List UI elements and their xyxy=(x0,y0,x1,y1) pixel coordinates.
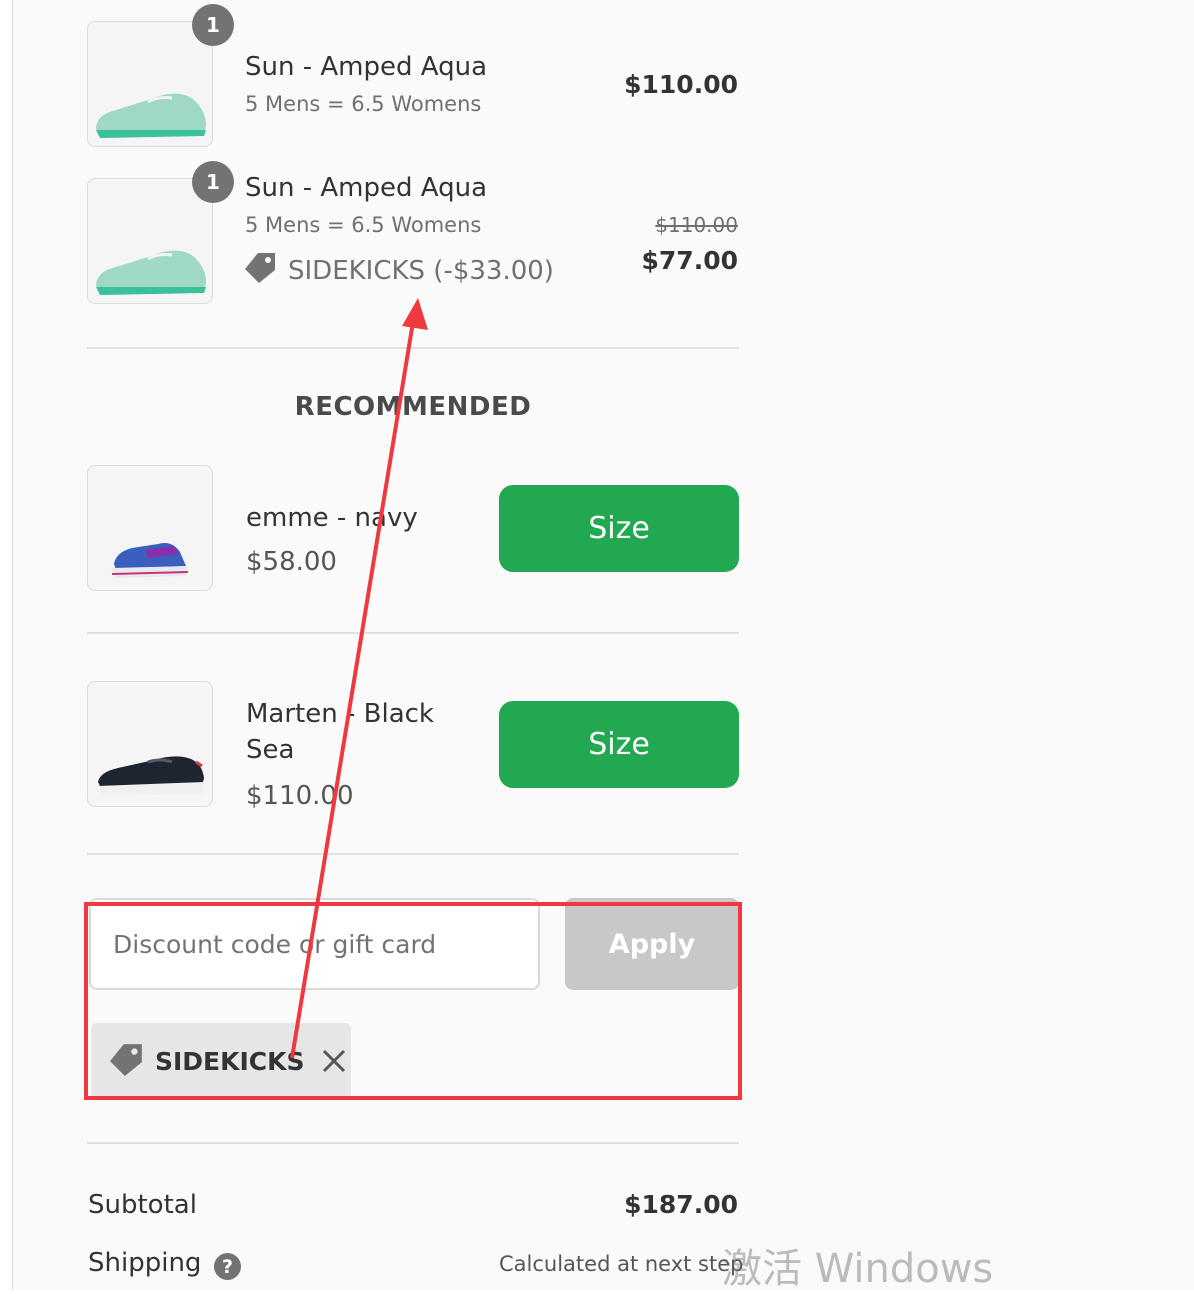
subtotal-value: $187.00 xyxy=(624,1190,738,1219)
product-image-sun-amped-aqua xyxy=(87,178,213,304)
item-title: Sun - Amped Aqua xyxy=(245,52,487,82)
size-button[interactable]: Size xyxy=(499,701,739,788)
discount-code-input[interactable] xyxy=(89,898,540,990)
divider xyxy=(87,1142,739,1144)
apply-button[interactable]: Apply xyxy=(565,898,739,990)
recommended-item-name[interactable]: Marten - Black Sea xyxy=(246,696,434,768)
original-price: $110.00 xyxy=(655,213,738,237)
item-variant: 5 Mens = 6.5 Womens xyxy=(245,213,482,237)
quantity-badge: 1 xyxy=(192,161,234,203)
recommended-item-name-line: Sea xyxy=(246,735,295,765)
divider xyxy=(87,347,739,349)
activation-watermark: 激活 Windows xyxy=(722,1246,994,1292)
recommended-item-price: $58.00 xyxy=(246,547,337,577)
discount-label: SIDEKICKS (-$33.00) xyxy=(288,255,554,286)
shipping-label: Shipping xyxy=(88,1248,202,1278)
product-image-emme-navy[interactable] xyxy=(87,465,213,591)
recommended-item-name[interactable]: emme - navy xyxy=(246,500,418,536)
quantity-badge: 1 xyxy=(192,4,234,46)
kids-sneaker-icon xyxy=(111,543,189,578)
applied-code-label: SIDEKICKS xyxy=(155,1046,305,1076)
recommended-item-price: $110.00 xyxy=(246,781,354,811)
help-icon[interactable]: ? xyxy=(214,1253,241,1280)
divider xyxy=(87,853,739,855)
item-price: $110.00 xyxy=(624,70,738,99)
item-title: Sun - Amped Aqua xyxy=(245,173,487,203)
item-variant: 5 Mens = 6.5 Womens xyxy=(245,92,482,116)
subtotal-label: Subtotal xyxy=(88,1190,197,1220)
product-image-sun-amped-aqua xyxy=(87,21,213,147)
size-button[interactable]: Size xyxy=(499,485,739,572)
shipping-value: Calculated at next step xyxy=(499,1252,744,1276)
discounted-price: $77.00 xyxy=(641,246,738,275)
tag-icon xyxy=(244,250,278,291)
recommended-heading: RECOMMENDED xyxy=(294,392,532,422)
recommended-item-name-line: Marten - Black xyxy=(246,699,434,729)
aqua-shoe-icon xyxy=(96,250,206,295)
product-image-marten-black-sea[interactable] xyxy=(87,681,213,807)
tag-icon xyxy=(109,1041,145,1081)
slip-on-shoe-icon xyxy=(98,756,204,796)
aqua-shoe-icon xyxy=(96,93,206,138)
divider xyxy=(87,632,739,634)
applied-code-chip: SIDEKICKS xyxy=(91,1023,351,1099)
applied-discount-line: SIDEKICKS (-$33.00) xyxy=(244,250,554,291)
close-icon[interactable] xyxy=(321,1048,347,1074)
